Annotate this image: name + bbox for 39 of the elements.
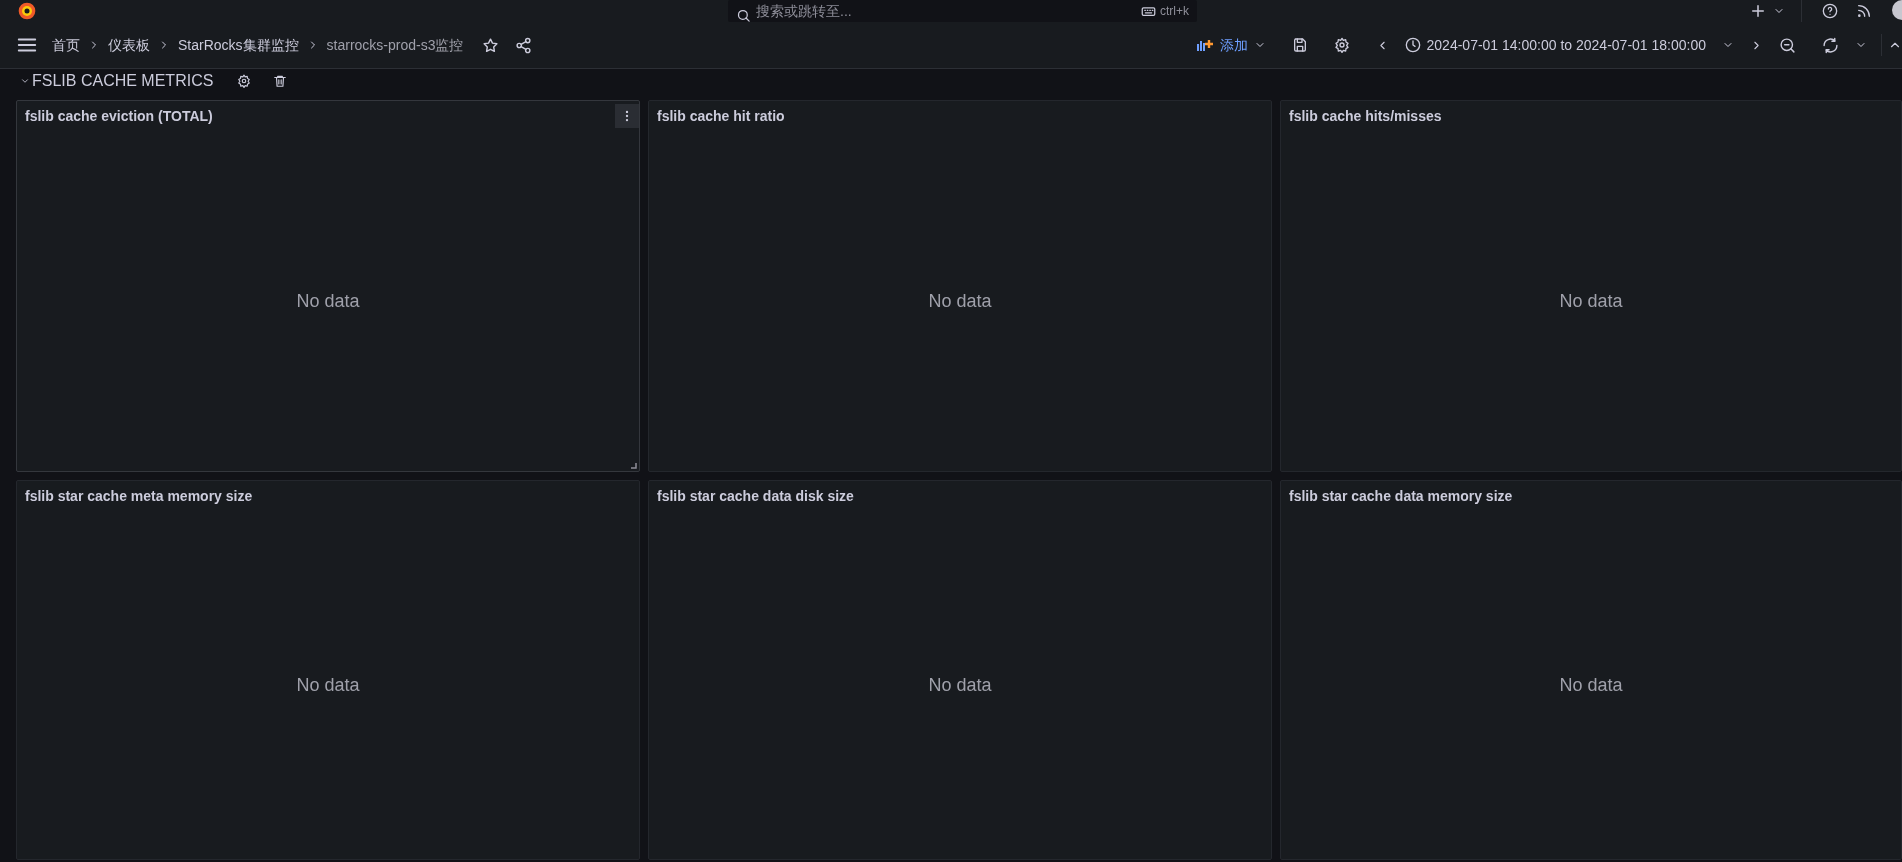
settings-icon bbox=[237, 74, 252, 88]
logo-icon[interactable] bbox=[17, 1, 37, 21]
breadcrumb-link[interactable]: 仪表板 bbox=[108, 34, 150, 56]
panel-title: fslib star cache meta memory size bbox=[25, 486, 253, 506]
panel-menu-button[interactable] bbox=[615, 104, 639, 128]
breadcrumb-link[interactable]: starrocks-prod-s3监控 bbox=[326, 34, 464, 56]
help-icon bbox=[1822, 3, 1838, 19]
chevron-down-icon bbox=[20, 76, 30, 86]
trash-icon bbox=[273, 74, 288, 88]
search-icon bbox=[736, 7, 751, 23]
no-data-message: No data bbox=[1559, 673, 1623, 697]
clock-icon bbox=[1404, 37, 1421, 53]
settings-icon bbox=[1333, 37, 1350, 53]
breadcrumb-link[interactable]: StarRocks集群监控 bbox=[178, 34, 299, 56]
breadcrumb-link[interactable]: 首页 bbox=[52, 34, 80, 56]
new-button[interactable] bbox=[1749, 2, 1785, 20]
add-button[interactable]: 添加 bbox=[1188, 30, 1274, 60]
panel-title: fslib cache hits/misses bbox=[1289, 106, 1442, 126]
panel-title: fslib star cache data disk size bbox=[657, 486, 854, 506]
no-data-message: No data bbox=[296, 289, 360, 313]
panel-title: fslib cache eviction (TOTAL) bbox=[25, 106, 213, 126]
panel-title: fslib star cache data memory size bbox=[1289, 486, 1513, 506]
no-data-message: No data bbox=[1559, 289, 1623, 313]
no-data-message: No data bbox=[928, 289, 992, 313]
resize-handle[interactable] bbox=[631, 463, 637, 469]
no-data-message: No data bbox=[928, 673, 992, 697]
add-panel-icon bbox=[1196, 38, 1214, 52]
shortcut-hint: ctrl+k bbox=[1160, 3, 1189, 20]
star-icon bbox=[481, 36, 499, 54]
share-icon bbox=[514, 36, 532, 54]
no-data-message: No data bbox=[296, 673, 360, 697]
rss-icon bbox=[1856, 3, 1872, 19]
plus-icon bbox=[1749, 2, 1767, 20]
refresh-icon bbox=[1822, 36, 1839, 54]
time-range-picker[interactable]: 2024-07-01 14:00:00 to 2024-07-01 18:00:00 bbox=[1396, 30, 1742, 60]
zoom-out-icon bbox=[1779, 36, 1796, 54]
save-icon bbox=[1291, 37, 1308, 53]
row-toggle[interactable]: FSLIB CACHE METRICS bbox=[20, 69, 214, 93]
panel-title: fslib cache hit ratio bbox=[657, 106, 785, 126]
